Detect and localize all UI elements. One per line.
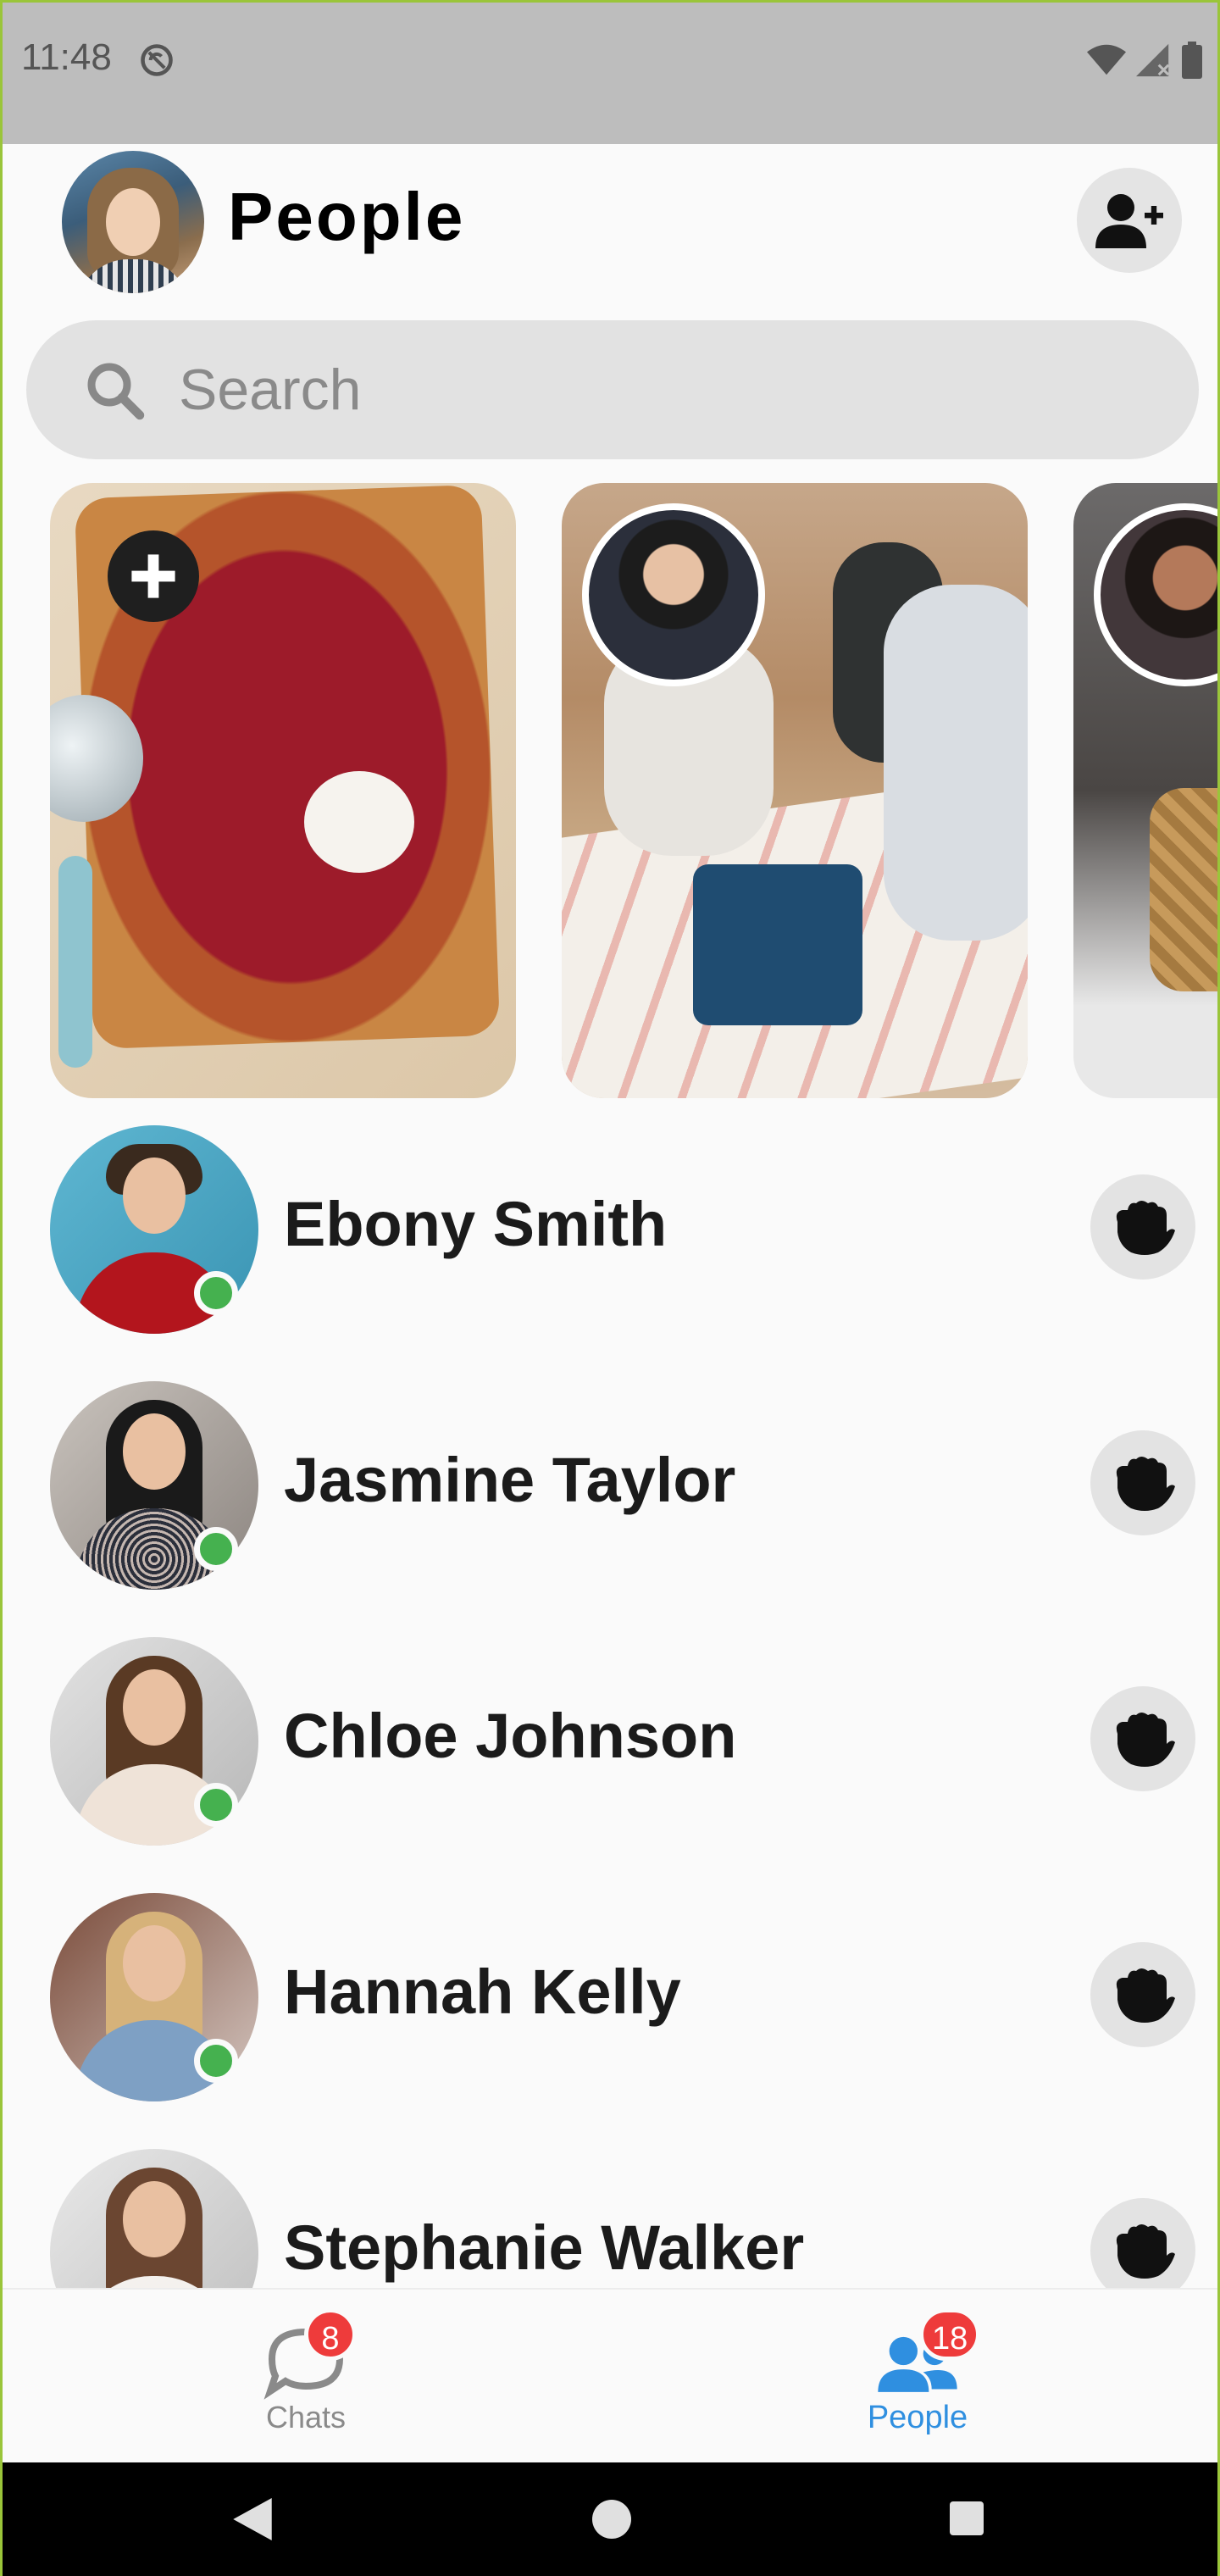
signal-icon — [1136, 43, 1170, 77]
people-badge: 18 — [919, 2308, 981, 2361]
wave-hand-icon — [1116, 1201, 1175, 1255]
wifi-icon — [1087, 44, 1126, 75]
wave-hand-icon — [1116, 1968, 1175, 2023]
add-story-button[interactable] — [108, 530, 199, 622]
tab-people[interactable]: 18 People — [790, 2290, 1045, 2462]
profile-avatar[interactable] — [62, 151, 204, 293]
tab-chats[interactable]: 8 Chats — [179, 2290, 433, 2462]
person-name: Jasmine Taylor — [284, 1445, 736, 1515]
tab-people-label: People — [867, 2400, 968, 2435]
header: People — [3, 144, 1217, 297]
search-icon — [87, 363, 145, 420]
wave-button[interactable] — [1090, 1942, 1195, 2047]
person-name: Ebony Smith — [284, 1189, 668, 1259]
battery-icon — [1182, 42, 1202, 79]
story-card[interactable] — [1073, 483, 1217, 1098]
add-person-icon — [1095, 194, 1163, 248]
story-avatar — [582, 503, 765, 686]
wave-button[interactable] — [1090, 1686, 1195, 1791]
tab-chats-label: Chats — [265, 2400, 347, 2434]
app-frame: 11:48 People Search Ebony Smith Jasmine … — [0, 0, 1220, 2576]
person-name: Stephanie Walker — [284, 2212, 805, 2283]
list-item[interactable]: Chloe Johnson — [3, 1630, 1217, 1859]
story-card-add[interactable] — [50, 483, 516, 1098]
status-bar: 11:48 — [3, 0, 1217, 144]
online-indicator — [194, 1527, 238, 1571]
person-name: Hannah Kelly — [284, 1957, 681, 2027]
list-item[interactable]: Ebony Smith — [3, 1119, 1217, 1347]
person-name: Chloe Johnson — [284, 1701, 737, 1771]
search-bar[interactable] — [26, 320, 1199, 459]
add-contact-button[interactable] — [1077, 168, 1182, 273]
story-card[interactable] — [562, 483, 1028, 1098]
wave-button[interactable] — [1090, 1174, 1195, 1280]
bottom-nav: 8 Chats 18 People — [3, 2288, 1217, 2461]
page-title: People — [228, 179, 466, 254]
back-icon[interactable] — [233, 2498, 272, 2540]
plus-icon — [131, 554, 175, 598]
search-input[interactable] — [179, 344, 1111, 436]
status-time: 11:48 — [21, 36, 112, 78]
wave-hand-icon — [1116, 1713, 1175, 1767]
wave-hand-icon — [1116, 1457, 1175, 1511]
recent-apps-icon[interactable] — [950, 2501, 984, 2535]
story-avatar — [1094, 503, 1217, 686]
wave-button[interactable] — [1090, 1430, 1195, 1535]
wave-hand-icon — [1116, 2224, 1175, 2279]
online-indicator — [194, 1271, 238, 1315]
sync-icon — [141, 44, 173, 76]
system-nav-bar — [3, 2462, 1217, 2576]
online-indicator — [194, 1783, 238, 1827]
chats-badge: 8 — [304, 2308, 357, 2361]
online-indicator — [194, 2039, 238, 2083]
list-item[interactable]: Jasmine Taylor — [3, 1374, 1217, 1603]
list-item[interactable]: Hannah Kelly — [3, 1886, 1217, 2115]
home-icon[interactable] — [592, 2500, 631, 2539]
stories-carousel[interactable] — [3, 483, 1217, 1098]
